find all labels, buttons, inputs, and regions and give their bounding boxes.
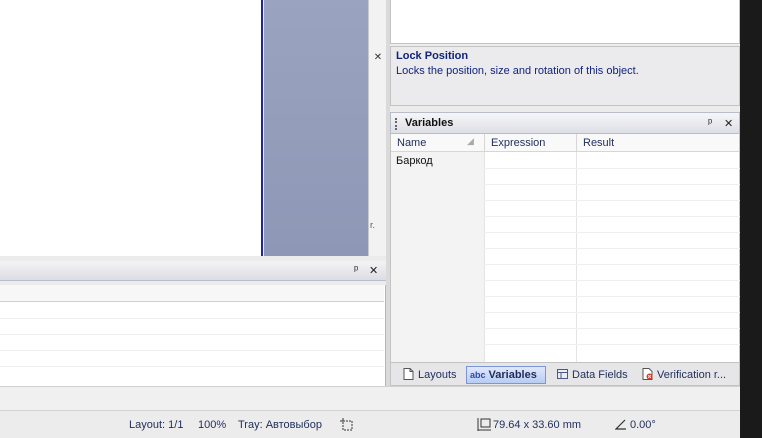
selection-icon bbox=[340, 418, 353, 431]
panel-tab-strip: Layouts abc Variables Data Fields Verific… bbox=[390, 362, 740, 386]
page-icon bbox=[403, 368, 414, 380]
tab-layouts[interactable]: Layouts bbox=[399, 366, 463, 384]
property-description-text: Locks the position, size and rotation of… bbox=[396, 65, 639, 77]
status-rotation: 0.00° bbox=[630, 419, 656, 431]
column-header-name[interactable]: Name ◢ bbox=[391, 134, 484, 152]
property-description: Lock Position Locks the position, size a… bbox=[390, 46, 740, 106]
window-edge bbox=[740, 0, 762, 438]
table-row-divider bbox=[484, 248, 740, 249]
status-bar: Layout: 1/1 100% Tray: Автовыбор 79.64 x… bbox=[0, 410, 740, 438]
table-row-divider bbox=[484, 232, 740, 233]
table-row-divider bbox=[0, 366, 384, 367]
variable-name-cell[interactable]: Баркод bbox=[396, 155, 433, 167]
column-header-result[interactable]: Result bbox=[576, 134, 739, 152]
canvas-background bbox=[264, 0, 368, 256]
variables-table: Name ◢ Expression Result Баркод bbox=[390, 134, 740, 362]
table-row-divider bbox=[484, 312, 740, 313]
lower-panel-header: ᵖ ✕ bbox=[0, 261, 386, 281]
property-description-title: Lock Position bbox=[396, 50, 469, 62]
close-icon[interactable]: ✕ bbox=[369, 264, 378, 277]
table-row-divider bbox=[484, 328, 740, 329]
tab-variables[interactable]: abc Variables bbox=[466, 366, 546, 384]
pin-icon[interactable]: ᵖ bbox=[354, 264, 358, 276]
table-row-divider bbox=[0, 318, 384, 319]
tab-verification[interactable]: Verification r... bbox=[638, 366, 740, 384]
angle-icon bbox=[615, 419, 626, 430]
dimensions-icon bbox=[477, 418, 491, 431]
pin-icon[interactable]: ᵖ bbox=[708, 117, 712, 129]
drag-grip-icon[interactable] bbox=[395, 118, 397, 130]
data-fields-icon bbox=[557, 369, 568, 379]
clipped-panel-close-icon[interactable]: ✕ bbox=[370, 52, 386, 66]
verification-icon bbox=[642, 368, 653, 380]
table-row-divider bbox=[484, 216, 740, 217]
design-canvas[interactable] bbox=[0, 0, 263, 256]
table-row-divider bbox=[484, 264, 740, 265]
lower-panel-column-header bbox=[0, 285, 384, 302]
close-icon[interactable]: ✕ bbox=[724, 117, 733, 130]
status-layout: Layout: 1/1 bbox=[129, 419, 184, 431]
sort-arrow-icon: ◢ bbox=[467, 136, 474, 146]
variables-panel-title: Variables bbox=[405, 117, 454, 129]
table-row-divider bbox=[484, 200, 740, 201]
table-row-divider bbox=[484, 184, 740, 185]
tab-data-fields[interactable]: Data Fields bbox=[553, 366, 633, 384]
clipped-panel-text: r. bbox=[370, 220, 376, 230]
abc-icon: abc bbox=[470, 370, 486, 380]
table-row-divider bbox=[484, 280, 740, 281]
clipped-panel bbox=[368, 0, 386, 256]
column-header-expression[interactable]: Expression bbox=[484, 134, 576, 152]
status-size: 79.64 x 33.60 mm bbox=[493, 419, 582, 431]
name-column bbox=[391, 152, 484, 362]
table-row-divider bbox=[484, 344, 740, 345]
properties-grid bbox=[390, 0, 740, 44]
status-tray[interactable]: Tray: Автовыбор bbox=[238, 419, 322, 431]
status-zoom[interactable]: 100% bbox=[198, 419, 226, 431]
table-row-divider bbox=[0, 350, 384, 351]
table-row-divider bbox=[0, 334, 384, 335]
toolbar-band bbox=[0, 386, 740, 410]
table-row-divider bbox=[484, 296, 740, 297]
table-row-divider bbox=[484, 168, 740, 169]
variables-panel-header: Variables ᵖ ✕ bbox=[390, 112, 740, 134]
